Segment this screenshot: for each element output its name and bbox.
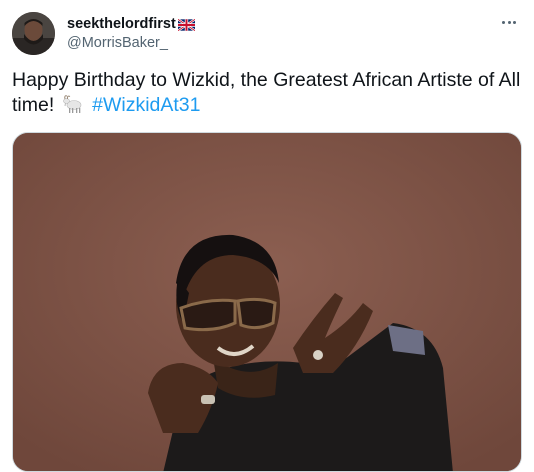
tweet-text: Happy Birthday to Wizkid, the Greatest A… xyxy=(12,68,522,118)
display-name[interactable]: seekthelordfirst xyxy=(67,16,176,32)
name-row: seekthelordfirst xyxy=(67,14,196,33)
avatar-image xyxy=(12,12,55,55)
user-info: seekthelordfirst @MorrisBaker_ xyxy=(67,14,196,51)
photo xyxy=(13,133,521,471)
more-options-icon[interactable] xyxy=(498,13,520,31)
avatar[interactable] xyxy=(12,12,55,55)
dot xyxy=(507,20,511,24)
goat-icon xyxy=(62,94,84,114)
dot xyxy=(513,20,517,24)
tweet-body: Happy Birthday to Wizkid, the Greatest A… xyxy=(12,69,521,116)
uk-flag-icon xyxy=(177,17,196,32)
tweet-media-image[interactable] xyxy=(12,132,522,472)
tweet-card: seekthelordfirst @MorrisBaker_ Happy Bir… xyxy=(0,0,534,472)
dot xyxy=(501,20,505,24)
hashtag-link[interactable]: #WizkidAt31 xyxy=(92,94,200,116)
user-handle[interactable]: @MorrisBaker_ xyxy=(67,35,195,51)
